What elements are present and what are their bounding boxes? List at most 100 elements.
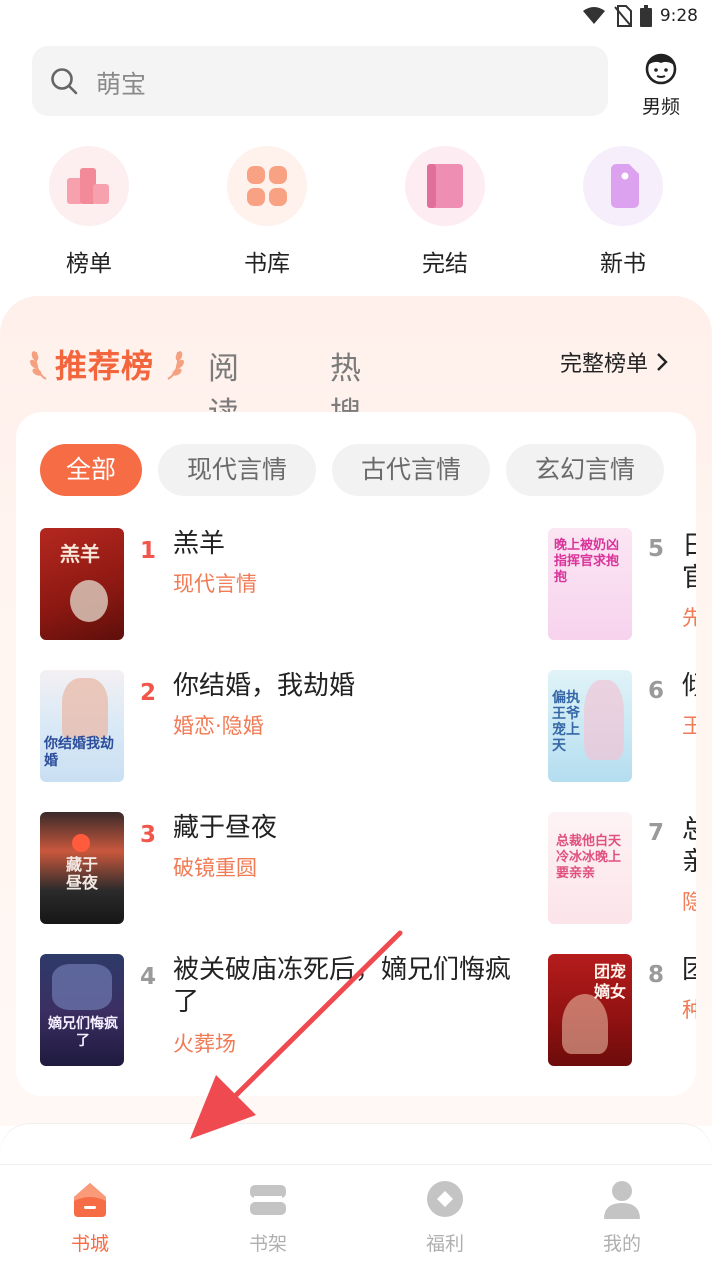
cover-art [584, 680, 624, 760]
book-title: 倾 [682, 671, 696, 701]
rank-number: 8 [648, 962, 665, 988]
book-tag: 婚恋·隐婚 [173, 714, 264, 738]
bottom-nav: 书城 书架 福利 我的 [0, 1164, 712, 1264]
book-tag: 破镜重圆 [173, 856, 257, 880]
book-title-line2: 亲 [682, 847, 696, 877]
book-item[interactable]: 你结婚我劫婚 2 你结婚，我劫婚 婚恋·隐婚 [40, 670, 510, 782]
book-item[interactable]: 晚上被奶凶指挥官求抱抱 5 日 官 先 [548, 528, 696, 640]
category-label: 书库 [244, 251, 290, 277]
book-cover: 团宠嫡女 [548, 954, 632, 1066]
book-title-line2: 官 [682, 563, 696, 593]
category-label: 完结 [422, 251, 468, 277]
tab-recommend-label: 推荐榜 [55, 347, 155, 385]
book-tag: 种 [682, 998, 696, 1022]
chevron-right-icon [657, 353, 668, 371]
category-completed[interactable]: 完结 [390, 146, 500, 277]
book-icon [405, 146, 485, 226]
rank-number: 6 [648, 678, 665, 704]
category-label: 榜单 [66, 251, 112, 277]
filter-all[interactable]: 全部 [40, 444, 142, 496]
cover-title: 总裁他白天冷冰冰晚上要亲亲 [556, 834, 622, 881]
book-item[interactable]: 团宠嫡女 8 团 种 [548, 954, 696, 1066]
nav-bookstore[interactable]: 书城 [30, 1179, 150, 1259]
ranking-icon [49, 146, 129, 226]
cover-art [70, 580, 108, 622]
book-cover: 你结婚我劫婚 [40, 670, 124, 782]
search-icon [51, 68, 78, 95]
book-item[interactable]: 偏执王爷宠上天 6 倾 王 [548, 670, 696, 782]
cover-title: 晚上被奶凶指挥官求抱抱 [554, 538, 620, 585]
search-input[interactable]: 萌宝 [32, 46, 608, 116]
book-title: 团 [682, 955, 696, 985]
book-title: 日 [682, 531, 696, 561]
cover-art [52, 964, 112, 1010]
nav-bookshelf[interactable]: 书架 [208, 1179, 328, 1259]
rank-number: 3 [140, 822, 157, 848]
rank-number: 7 [648, 820, 665, 846]
cover-title: 羔羊 [60, 542, 100, 566]
category-ranking[interactable]: 榜单 [34, 146, 144, 277]
search-placeholder: 萌宝 [96, 70, 147, 99]
wifi-icon [582, 7, 605, 24]
nav-profile[interactable]: 我的 [562, 1179, 682, 1259]
nav-profile-label: 我的 [602, 1233, 641, 1255]
nav-bookshelf-label: 书架 [248, 1233, 287, 1255]
boy-face-icon [645, 53, 677, 85]
full-list-button[interactable]: 完整榜单 [560, 346, 668, 378]
cover-title: 嫡兄们悔疯了 [48, 1016, 118, 1049]
bookshelf-icon [250, 1185, 286, 1215]
user-icon [604, 1181, 640, 1219]
rank-number: 2 [140, 680, 157, 706]
book-title: 藏于昼夜 [173, 813, 278, 843]
book-item[interactable]: 藏于昼夜 3 藏于昼夜 破镜重圆 [40, 812, 510, 924]
filter-ancient-romance[interactable]: 古代言情 [332, 444, 490, 496]
book-cover: 藏于昼夜 [40, 812, 124, 924]
status-bar: 9:28 [0, 0, 712, 34]
new-tag-icon [583, 146, 663, 226]
book-title: 你结婚，我劫婚 [173, 671, 356, 701]
laurel-right-icon [167, 351, 184, 380]
cover-title: 藏于昼夜 [66, 855, 99, 892]
book-item[interactable]: 羔羊 1 羔羊 现代言情 [40, 528, 510, 640]
cover-art [562, 994, 608, 1054]
nav-welfare-label: 福利 [425, 1233, 464, 1255]
cover-art [72, 834, 90, 852]
no-sim-icon [614, 5, 632, 27]
book-item[interactable]: 总裁他白天冷冰冰晚上要亲亲 7 总 亲 隐 [548, 812, 696, 924]
library-grid-icon [227, 146, 307, 226]
book-tag: 先 [682, 606, 696, 630]
status-icons: 9:28 [582, 5, 698, 27]
home-icon [74, 1183, 106, 1217]
filter-modern-romance[interactable]: 现代言情 [158, 444, 316, 496]
gender-switch-label: 男频 [641, 96, 680, 118]
tab-recommend[interactable]: 推荐榜 [30, 340, 186, 386]
cover-title: 偏执王爷宠上天 [552, 690, 580, 754]
book-cover: 嫡兄们悔疯了 [40, 954, 124, 1066]
nav-bookstore-label: 书城 [70, 1233, 109, 1255]
book-cover: 总裁他白天冷冰冰晚上要亲亲 [548, 812, 632, 924]
full-list-label: 完整榜单 [560, 352, 649, 377]
rank-number: 1 [140, 538, 157, 564]
book-cover: 偏执王爷宠上天 [548, 670, 632, 782]
book-title: 羔羊 [173, 529, 226, 559]
cover-art [62, 678, 108, 738]
book-tag: 王 [682, 714, 696, 738]
coin-icon [427, 1181, 463, 1217]
book-title: 总 [682, 815, 696, 845]
status-time: 9:28 [659, 6, 698, 26]
rank-number: 5 [648, 536, 665, 562]
category-library[interactable]: 书库 [212, 146, 322, 277]
gender-switch-button[interactable]: 男频 [628, 48, 694, 118]
filter-fantasy-romance[interactable]: 玄幻言情 [506, 444, 664, 496]
category-new-books[interactable]: 新书 [568, 146, 678, 277]
category-label: 新书 [600, 251, 646, 277]
book-cover: 羔羊 [40, 528, 124, 640]
cover-title: 团宠嫡女 [594, 962, 627, 1001]
cover-title: 你结婚我劫婚 [44, 736, 114, 769]
battery-icon [639, 5, 652, 27]
rank-number: 4 [140, 964, 157, 990]
nav-welfare[interactable]: 福利 [385, 1179, 505, 1259]
book-tag: 现代言情 [173, 572, 257, 596]
book-cover: 晚上被奶凶指挥官求抱抱 [548, 528, 632, 640]
laurel-left-icon [30, 351, 47, 380]
